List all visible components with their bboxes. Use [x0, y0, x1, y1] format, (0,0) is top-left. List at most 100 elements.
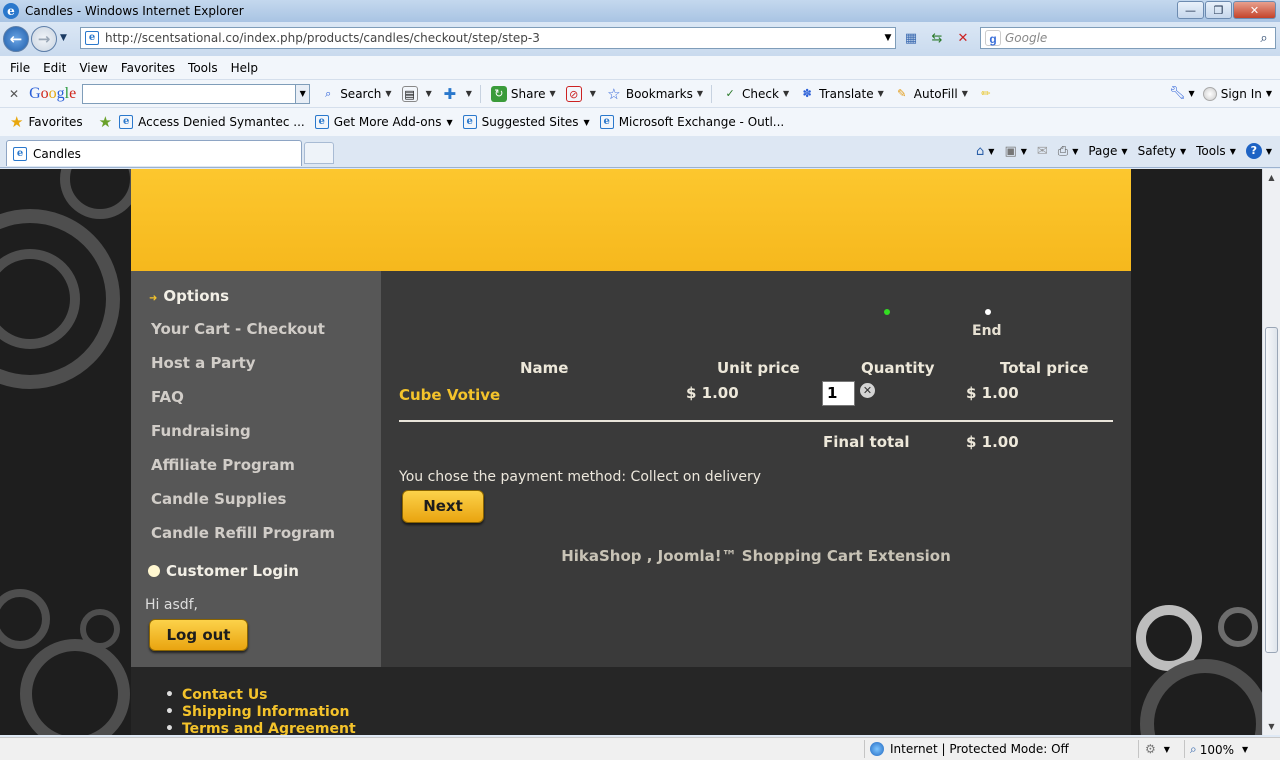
scroll-down-icon[interactable]: ▼ [1263, 718, 1280, 735]
sidebar-item-candle-refill-program[interactable]: Candle Refill Program [151, 524, 335, 542]
search-icon[interactable]: ⌕ [1253, 31, 1275, 46]
highlight-button[interactable]: ✏ [978, 86, 998, 102]
tab-label: Candles [33, 146, 81, 161]
autofill-button[interactable]: ✎ AutoFill ▼ [894, 86, 968, 102]
wrench-icon[interactable]: 🔧︎ [1169, 86, 1186, 101]
menu-favorites[interactable]: Favorites [121, 61, 175, 75]
sidebar-item-affiliate-program[interactable]: Affiliate Program [151, 456, 295, 474]
page-menu-label: Page [1088, 144, 1118, 158]
address-row: ← → ▼ e http://scentsational.co/index.ph… [0, 22, 1280, 56]
scroll-up-icon[interactable]: ▲ [1263, 169, 1280, 186]
sidebar-item-faq[interactable]: FAQ [151, 388, 184, 406]
site-content: ➜ Options Your Cart - Checkout Host a Par… [131, 169, 1131, 735]
vertical-scrollbar[interactable]: ▲ ▼ [1262, 169, 1280, 735]
url-text[interactable]: http://scentsational.co/index.php/produc… [105, 31, 881, 45]
add-favorite-icon: ★ [98, 113, 113, 131]
page-menu[interactable]: Page ▼ [1088, 144, 1127, 158]
footer-link-contact-us[interactable]: Contact Us [165, 687, 356, 704]
close-window-button[interactable]: ✕ [1233, 1, 1276, 19]
safety-menu[interactable]: Safety ▼ [1138, 144, 1187, 158]
menu-help[interactable]: Help [231, 61, 258, 75]
google-search-dropdown-icon[interactable]: ▼ [295, 84, 310, 103]
tab-candles[interactable]: e Candles [6, 140, 302, 166]
home-button[interactable]: ⌂ ▼ [976, 144, 994, 159]
page-options-button[interactable]: ▤ ▼ [401, 85, 432, 102]
favorite-item-suggested-sites[interactable]: e Suggested Sites ▼ [462, 115, 590, 129]
menu-tools[interactable]: Tools [188, 61, 218, 75]
favorite-item-microsoft-exchange[interactable]: e Microsoft Exchange - Outl... [599, 115, 784, 129]
back-button[interactable]: ← [3, 26, 29, 52]
menu-edit[interactable]: Edit [43, 61, 66, 75]
stop-icon[interactable]: ✕ [951, 27, 975, 49]
google-search-label: Search [340, 86, 382, 101]
menu-view[interactable]: View [79, 61, 107, 75]
autofill-icon: ✎ [897, 86, 907, 100]
google-logo[interactable]: Google [29, 85, 76, 103]
address-bar[interactable]: e http://scentsational.co/index.php/prod… [80, 27, 896, 49]
sidebar-item-host-a-party[interactable]: Host a Party [151, 354, 256, 372]
total-divider [399, 420, 1113, 422]
cart-item-name-link[interactable]: Cube Votive [399, 386, 500, 404]
sidebar-item-fundraising[interactable]: Fundraising [151, 422, 251, 440]
address-dropdown-icon[interactable]: ▼ [881, 33, 895, 43]
menu-file[interactable]: File [10, 61, 30, 75]
translate-button[interactable]: ✽ Translate ▼ [799, 86, 884, 102]
background-circle-decoration [0, 589, 50, 649]
google-search-provider-icon[interactable]: g [985, 30, 1001, 46]
translate-icon: ✽ [802, 86, 812, 100]
hikashop-credit-link[interactable]: HikaShop , Joomla!™ Shopping Cart Extens… [381, 547, 1131, 565]
favorites-label: Favorites [28, 115, 83, 129]
add-button[interactable]: ✚ ▼ [442, 86, 471, 102]
ie-logo-icon: e [3, 3, 19, 19]
maximize-button[interactable]: ❐ [1205, 1, 1232, 19]
help-button[interactable]: ? ▼ [1245, 143, 1272, 159]
sidebar-item-options[interactable]: ➜ Options [149, 287, 229, 305]
read-mail-button[interactable]: ✉ [1037, 144, 1048, 159]
favorites-button[interactable]: ★ Favorites [10, 113, 83, 131]
scrollbar-thumb[interactable] [1265, 327, 1278, 653]
logout-button[interactable]: Log out [149, 619, 248, 651]
remove-item-icon[interactable]: ✕ [860, 383, 875, 398]
google-search-input[interactable]: ▼ [82, 83, 311, 104]
tools-menu[interactable]: Tools ▼ [1196, 144, 1236, 158]
column-header-unit-price: Unit price [717, 359, 800, 377]
google-search-button[interactable]: ⌕ Search ▼ [320, 86, 391, 102]
favorite-item-get-more-addons[interactable]: e Get More Add-ons ▼ [314, 115, 453, 129]
refresh-icon[interactable]: ⇆ [925, 27, 949, 49]
zoom-control[interactable]: ⌕ 100% ▼ [1190, 742, 1248, 757]
search-box[interactable]: g Google ⌕ [980, 27, 1276, 49]
tools-menu-label: Tools [1196, 144, 1226, 158]
sidebar-item-your-cart-checkout[interactable]: Your Cart - Checkout [151, 320, 325, 338]
sidebar-item-candle-supplies[interactable]: Candle Supplies [151, 490, 286, 508]
page-icon: e [314, 115, 329, 129]
bookmarks-button[interactable]: ☆ Bookmarks ▼ [606, 86, 703, 102]
cart-item-total-price: $ 1.00 [966, 384, 1019, 402]
privacy-button[interactable]: ⚙ ▼ [1145, 742, 1170, 756]
forward-button[interactable]: → [31, 26, 57, 52]
column-header-name: Name [520, 359, 569, 377]
feeds-button[interactable]: ▣ ▼ [1004, 144, 1026, 159]
footer-link-shipping-information[interactable]: Shipping Information [165, 704, 356, 721]
close-toolbar-icon[interactable]: ✕ [9, 87, 19, 101]
search-icon: ⌕ [325, 86, 332, 100]
sign-in-link[interactable]: Sign In [1221, 87, 1262, 101]
spell-check-button[interactable]: ✓ Check ▼ [722, 86, 789, 102]
popup-blocker-button[interactable]: ⊘ ▼ [565, 85, 596, 102]
minimize-button[interactable]: — [1177, 1, 1204, 19]
next-button[interactable]: Next [402, 490, 484, 523]
rss-icon: ▣ [1004, 143, 1017, 159]
print-button[interactable]: ⎙ ▼ [1058, 144, 1079, 159]
recent-pages-dropdown[interactable]: ▼ [60, 33, 67, 43]
privacy-icon: ⚙ [1145, 742, 1156, 756]
checkout-main: End Name Unit price Quantity Total price… [381, 271, 1131, 667]
footer-link-terms-and-agreement[interactable]: Terms and Agreement [165, 721, 356, 735]
search-placeholder[interactable]: Google [1005, 31, 1253, 45]
security-zone[interactable]: Internet | Protected Mode: Off [870, 742, 1069, 756]
add-favorite-button[interactable]: ★ [99, 113, 117, 131]
favorite-item-access-denied[interactable]: e Access Denied Symantec ... [119, 115, 305, 129]
compatibility-view-icon[interactable]: ▦ [899, 27, 923, 49]
favorites-bar: ★ Favorites ★ e Access Denied Symantec .… [0, 108, 1280, 136]
share-button[interactable]: ↻ Share ▼ [490, 85, 556, 102]
new-tab-button[interactable] [304, 142, 334, 164]
quantity-input[interactable]: 1 [822, 381, 855, 406]
